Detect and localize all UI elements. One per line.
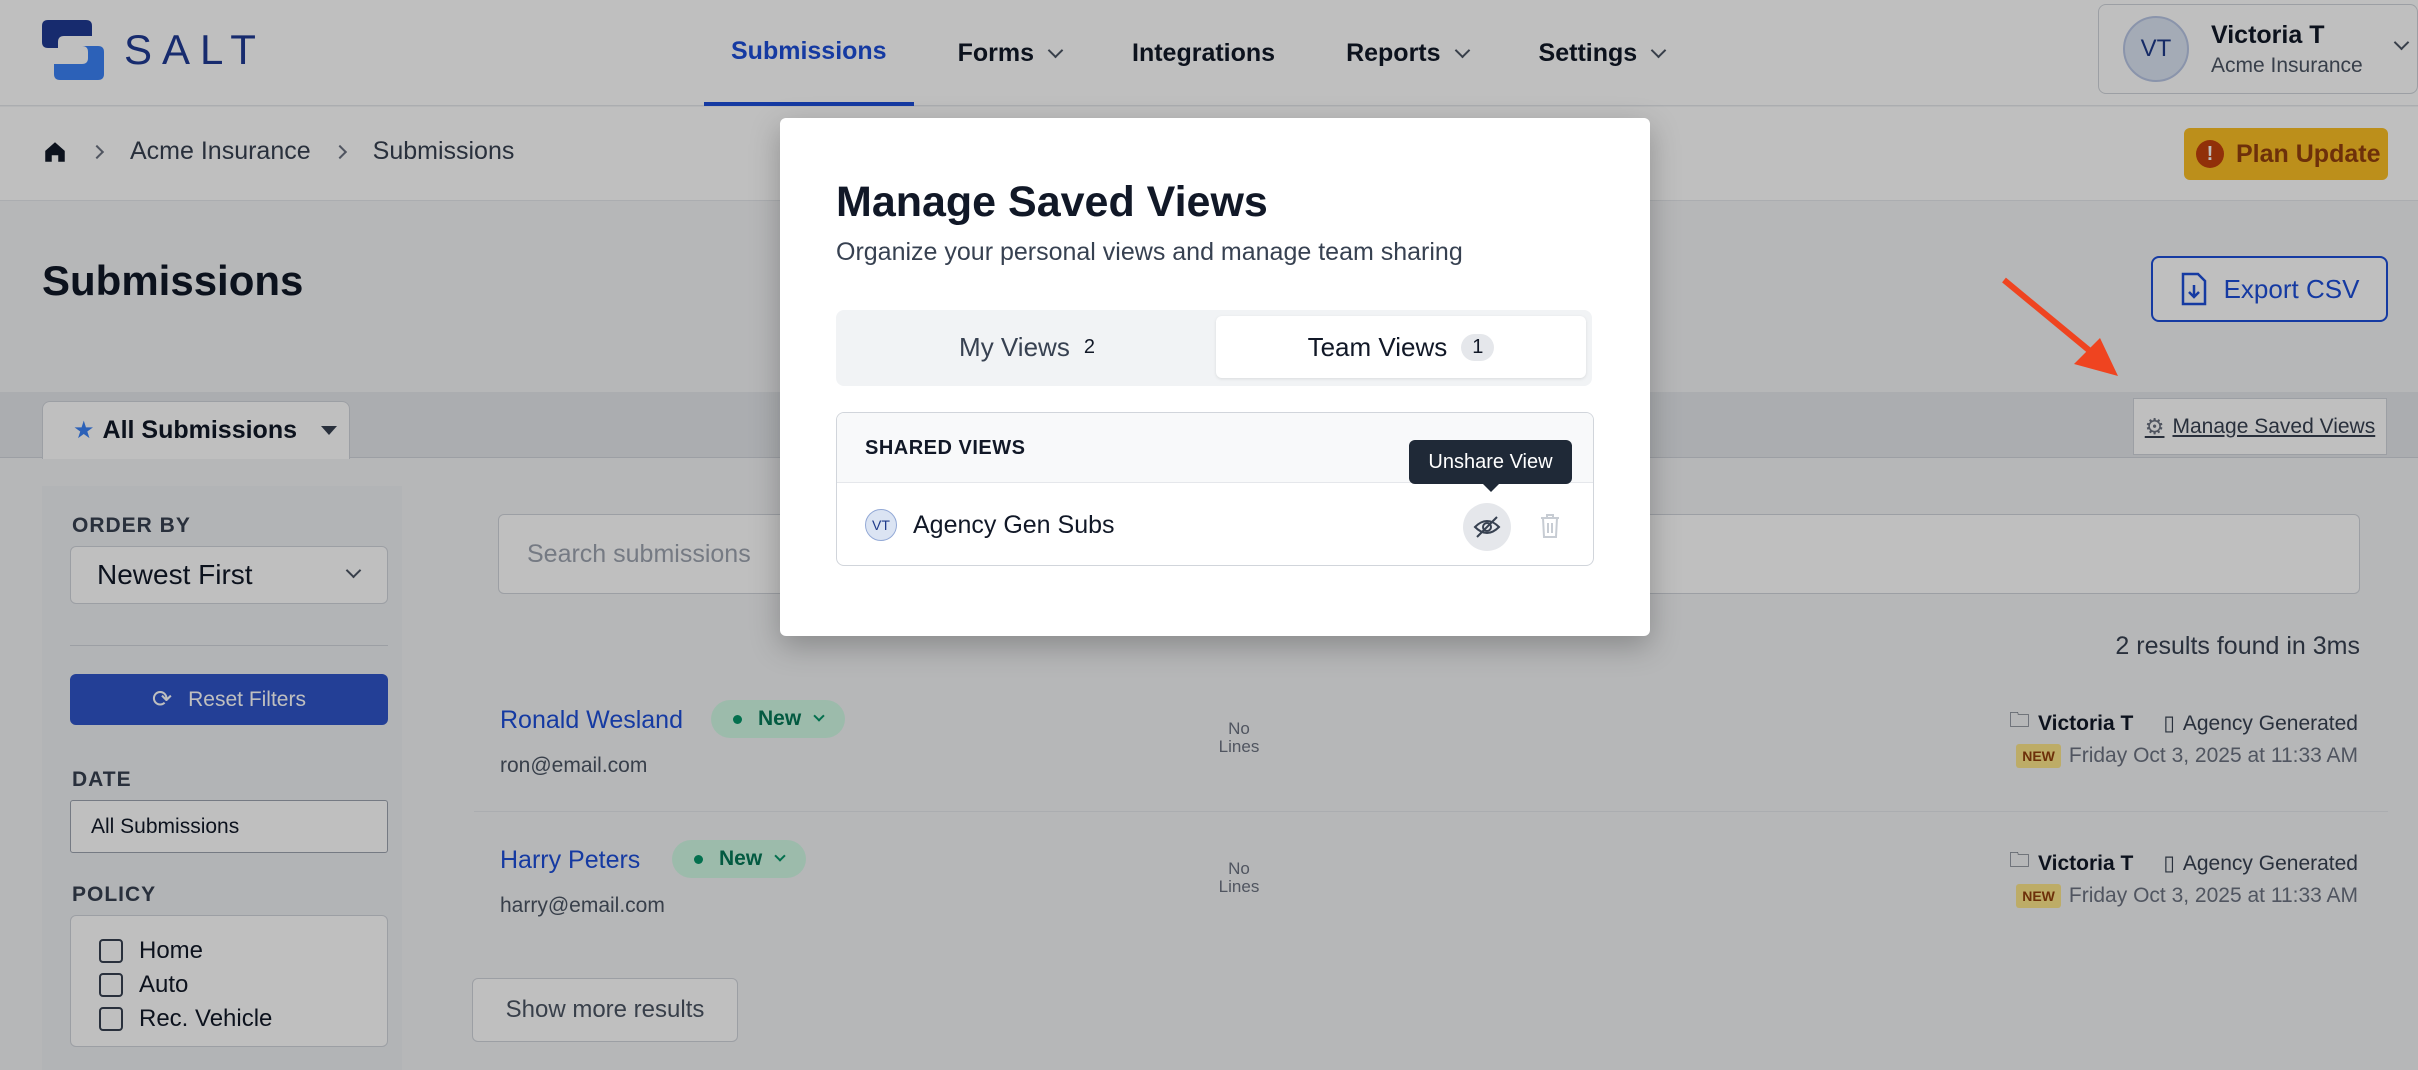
tab-team-views-label: Team Views: [1307, 331, 1448, 362]
tab-count-badge: 1: [1461, 333, 1495, 361]
saved-view-name: Agency Gen Subs: [913, 511, 1115, 539]
tab-count-badge: 2: [1083, 335, 1095, 358]
red-arrow-annotation: [2002, 277, 2118, 376]
eye-off-icon: [1473, 516, 1501, 538]
modal-subtitle: Organize your personal views and manage …: [836, 238, 1463, 266]
modal-title: Manage Saved Views: [836, 178, 1268, 226]
tab-my-views-label: My Views: [959, 331, 1070, 362]
avatar: VT: [865, 509, 897, 541]
tab-my-views[interactable]: My Views 2: [842, 316, 1212, 378]
tab-team-views[interactable]: Team Views 1: [1216, 316, 1586, 378]
delete-view-button[interactable]: [1530, 506, 1570, 546]
modal-tabs: My Views 2 Team Views 1: [836, 310, 1592, 386]
unshare-view-tooltip: Unshare View: [1409, 440, 1572, 492]
shared-views-panel: SHARED VIEWS VT Agency Gen Subs: [836, 412, 1594, 566]
manage-saved-views-modal: Manage Saved Views Organize your persona…: [780, 118, 1650, 636]
trash-icon: [1541, 514, 1559, 538]
unshare-view-button[interactable]: [1463, 503, 1511, 551]
list-item: VT Agency Gen Subs: [837, 484, 1593, 565]
